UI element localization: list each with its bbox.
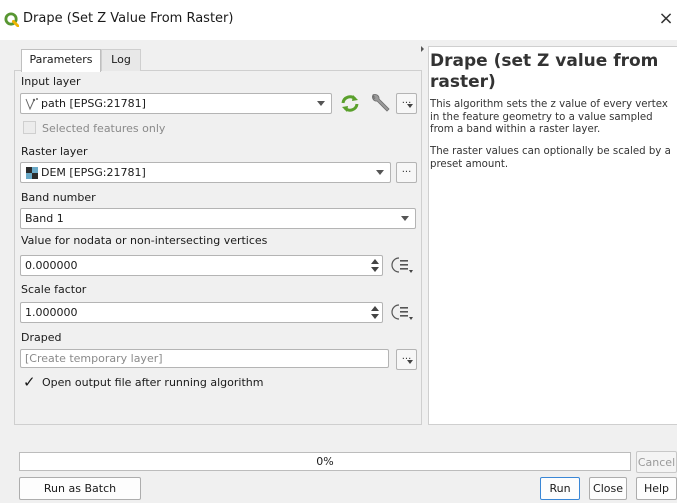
data-defined-override-icon[interactable] xyxy=(391,255,415,275)
scale-factor-label: Scale factor xyxy=(21,283,87,296)
tab-parameters[interactable]: Parameters xyxy=(21,49,101,72)
wrench-icon[interactable] xyxy=(368,92,392,114)
run-as-batch-button[interactable]: Run as Batch Process... xyxy=(19,477,141,500)
input-layer-value: path [EPSG:21781] xyxy=(41,97,146,110)
help-button[interactable]: Help xyxy=(636,477,677,500)
draped-output-label: Draped xyxy=(21,331,62,344)
close-window-icon[interactable]: × xyxy=(655,6,677,32)
nodata-value-label: Value for nodata or non-intersecting ver… xyxy=(21,234,268,247)
input-layer-label: Input layer xyxy=(21,75,81,88)
open-output-label: Open output file after running algorithm xyxy=(42,376,264,389)
nodata-value-input[interactable]: 0.000000 xyxy=(20,255,383,276)
help-paragraph-description: This algorithm sets the z value of every… xyxy=(430,99,668,135)
selected-features-label: Selected features only xyxy=(42,122,166,135)
close-button[interactable]: Close xyxy=(589,477,627,500)
title-bar: Drape (Set Z Value From Raster) × xyxy=(0,0,677,40)
chevron-down-icon xyxy=(371,314,379,319)
progress-bar: 0% xyxy=(19,452,631,471)
ellipsis-icon: ... xyxy=(401,164,412,175)
nodata-value-text: 0.000000 xyxy=(25,259,78,272)
spin-stepper[interactable] xyxy=(368,257,381,274)
draped-output-placeholder: [Create temporary layer] xyxy=(25,352,163,365)
spin-stepper[interactable] xyxy=(368,304,381,321)
selected-features-checkbox[interactable] xyxy=(23,121,36,134)
chevron-down-icon xyxy=(401,216,409,221)
draped-output-options-button[interactable]: ... xyxy=(396,349,417,370)
raster-layer-label: Raster layer xyxy=(21,145,88,158)
chevron-up-icon xyxy=(371,306,379,311)
line-layer-icon xyxy=(25,98,38,111)
raster-layer-value: DEM [EPSG:21781] xyxy=(41,166,146,179)
cancel-button[interactable]: Cancel xyxy=(636,451,677,473)
raster-layer-icon xyxy=(26,167,38,179)
chevron-down-icon xyxy=(407,104,413,108)
tab-log[interactable]: Log xyxy=(101,49,141,71)
scale-factor-text: 1.000000 xyxy=(25,306,78,319)
chevron-down-icon xyxy=(371,267,379,272)
chevron-up-icon xyxy=(371,259,379,264)
draped-output-field[interactable]: [Create temporary layer] xyxy=(20,349,389,368)
raster-layer-combo[interactable]: DEM [EPSG:21781] xyxy=(20,162,391,183)
band-number-value: Band 1 xyxy=(25,212,64,225)
chevron-down-icon xyxy=(376,170,384,175)
splitter-handle-icon[interactable] xyxy=(421,46,424,52)
chevron-down-icon xyxy=(317,101,325,106)
open-output-checkbox[interactable]: ✓ xyxy=(23,375,36,390)
scale-factor-input[interactable]: 1.000000 xyxy=(20,302,383,323)
progress-text: 0% xyxy=(316,455,334,468)
help-paragraph-scaling: The raster values can optionally be scal… xyxy=(430,146,671,170)
help-title: Drape (set Z value from raster) xyxy=(430,51,659,92)
band-number-combo[interactable]: Band 1 xyxy=(20,208,416,229)
input-layer-combo[interactable]: path [EPSG:21781] xyxy=(20,93,332,114)
window-title: Drape (Set Z Value From Raster) xyxy=(23,11,234,26)
band-number-label: Band number xyxy=(21,191,96,204)
chevron-down-icon xyxy=(407,360,413,364)
raster-layer-browse-button[interactable]: ... xyxy=(396,162,417,183)
help-panel: Drape (set Z value from raster) This alg… xyxy=(428,46,677,425)
iterate-icon[interactable] xyxy=(339,93,361,114)
run-button[interactable]: Run xyxy=(540,477,580,500)
input-layer-options-button[interactable]: ... xyxy=(396,93,417,114)
qgis-logo-icon xyxy=(4,12,19,27)
data-defined-override-icon[interactable] xyxy=(391,302,415,322)
